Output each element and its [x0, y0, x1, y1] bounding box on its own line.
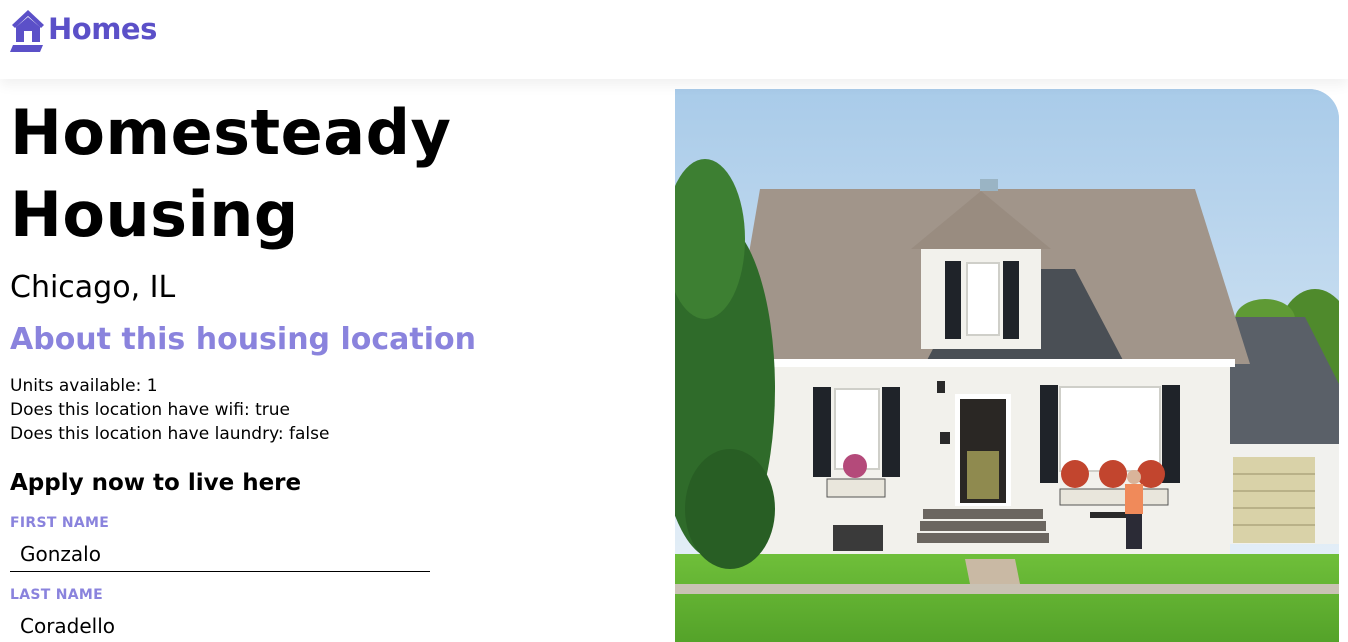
about-heading: About this housing location [10, 322, 476, 357]
brand-home-link[interactable]: Homes [10, 8, 157, 53]
top-bar: Homes [0, 0, 1348, 79]
listing-details: Homesteady Housing Chicago, IL About thi… [10, 92, 650, 642]
listing-location: Chicago, IL [10, 270, 176, 305]
listing-title: Homesteady Housing [10, 96, 452, 251]
feature-units: Units available: 1 [10, 376, 158, 396]
feature-laundry: Does this location have laundry: false [10, 424, 330, 444]
last-name-field: LAST NAME [10, 586, 430, 642]
house-illustration [675, 89, 1339, 642]
brand-name: Homes [48, 11, 157, 46]
house-icon [10, 10, 44, 52]
last-name-label: LAST NAME [10, 587, 104, 603]
apply-heading: Apply now to live here [10, 470, 302, 496]
first-name-label: FIRST NAME [10, 515, 110, 531]
apply-form: Apply now to live here FIRST NAME LAST N… [10, 466, 650, 642]
last-name-input[interactable] [10, 604, 430, 642]
feature-wifi: Does this location have wifi: true [10, 400, 290, 420]
house-photo [675, 89, 1339, 642]
feature-list: Units available: 1 Does this location ha… [10, 374, 650, 446]
first-name-input[interactable] [10, 532, 430, 572]
first-name-field: FIRST NAME [10, 514, 430, 572]
